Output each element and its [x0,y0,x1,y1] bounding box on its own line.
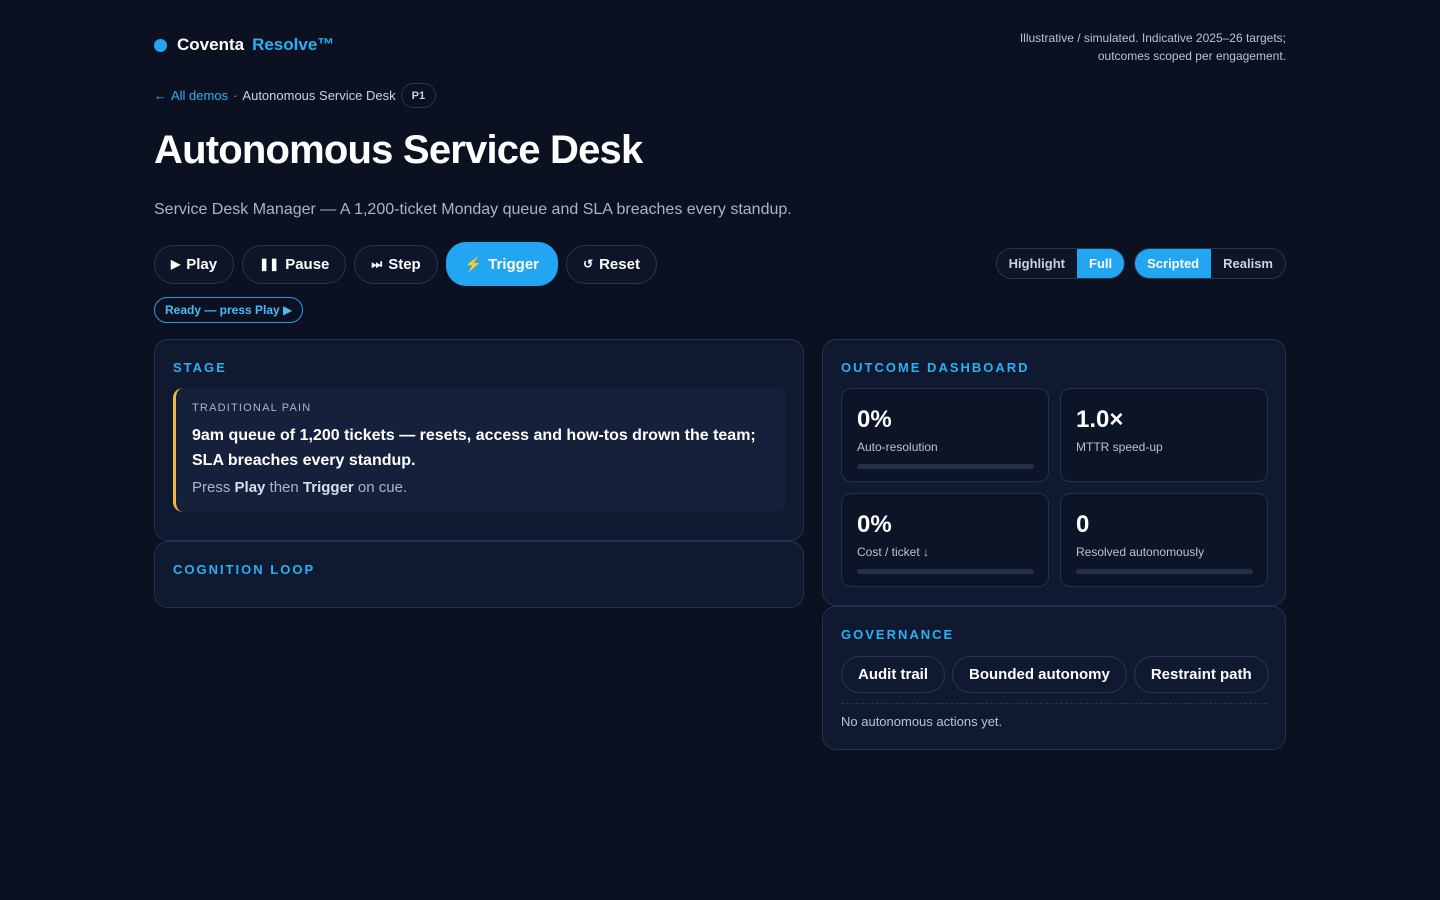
metric-card-auto-resolution: 0% Auto-resolution [841,388,1049,482]
outcome-dashboard-panel: OUTCOME DASHBOARD 0% Auto-resolution 1.0… [822,339,1286,606]
view-mode-toggle: Highlight Full [995,248,1126,279]
trigger-button-label: Trigger [488,255,540,273]
status-badge: Ready — press Play ▶ [154,297,304,323]
governance-chips: Audit trail Bounded autonomy Restraint p… [841,656,1269,693]
pause-icon: ❚❚ [259,257,280,271]
hint-suffix: on cue. [353,479,408,496]
step-button[interactable]: ⏭ Step [354,244,438,284]
reset-button[interactable]: ↺ Reset [566,244,657,284]
pain-headline: 9am queue of 1,200 tickets — resets, acc… [192,427,756,469]
brand-dot-icon [154,38,167,52]
metric-label: Resolved autonomously [1076,545,1205,559]
play-button[interactable]: ▶ Play [154,244,235,284]
pause-button-label: Pause [285,255,330,273]
back-link-label: All demos [171,88,229,103]
playback-controls: ▶ Play ❚❚ Pause ⏭ Step ⚡ Trigger ↺ Reset [154,242,657,286]
metric-card-mttr: 1.0× MTTR speed-up [1060,388,1268,482]
step-button-label: Step [388,255,421,273]
page-subtitle: Service Desk Manager — A 1,200-ticket Mo… [154,201,792,218]
stage-panel: STAGE TRADITIONAL PAIN 9am queue of 1,20… [154,339,804,541]
metric-progress-bar [857,569,1034,574]
toggle-full[interactable]: Full [1077,249,1125,278]
metric-label: Auto-resolution [857,440,938,454]
brand-name: Coventa [177,35,245,54]
metric-label: MTTR speed-up [1076,440,1163,454]
play-button-label: Play [186,255,218,273]
chip-bounded-autonomy[interactable]: Bounded autonomy [952,656,1127,693]
hint-mid: then [265,479,303,496]
reset-icon: ↺ [583,257,594,271]
stage-title: STAGE [173,360,227,375]
governance-title: GOVERNANCE [841,627,955,642]
metric-card-cost-per-ticket: 0% Cost / ticket ↓ [841,493,1049,587]
priority-badge: P1 [400,83,437,108]
pain-hint: Press Play then Trigger on cue. [192,479,770,496]
trigger-button[interactable]: ⚡ Trigger [445,242,559,286]
traditional-pain-card: TRADITIONAL PAIN 9am queue of 1,200 tick… [173,388,786,512]
pause-button[interactable]: ❚❚ Pause [242,244,347,284]
governance-panel: GOVERNANCE Audit trail Bounded autonomy … [822,606,1286,750]
metric-card-resolved-autonomously: 0 Resolved autonomously [1060,493,1268,587]
page-title: Autonomous Service Desk [154,128,643,172]
pain-label: TRADITIONAL PAIN [192,402,312,414]
chip-audit-trail[interactable]: Audit trail [841,656,945,693]
back-link[interactable]: ← All demos [154,88,228,103]
cognition-loop-title: COGNITION LOOP [173,562,316,577]
outcome-dashboard-title: OUTCOME DASHBOARD [841,360,1030,375]
brand-logo[interactable]: Coventa Resolve™ [154,35,334,55]
cognition-loop-panel: COGNITION LOOP [154,541,804,608]
breadcrumb-current: Autonomous Service Desk [242,88,396,103]
metric-progress-bar [1076,569,1253,574]
hint-play: Play [234,479,266,496]
toggle-scripted[interactable]: Scripted [1135,249,1212,278]
breadcrumb: ← All demos · Autonomous Service Desk P1 [154,83,437,108]
breadcrumb-separator: · [233,88,238,103]
lightning-icon: ⚡ [464,255,483,272]
view-toggles: Highlight Full Scripted Realism [995,248,1286,279]
metric-value: 0% [857,406,892,433]
divider [841,703,1267,704]
toggle-highlight[interactable]: Highlight [997,249,1077,278]
metric-label: Cost / ticket ↓ [857,545,930,559]
reset-button-label: Reset [599,255,640,273]
chip-restraint-path[interactable]: Restraint path [1133,656,1269,693]
arrow-left-icon: ← [154,88,167,103]
script-mode-toggle: Scripted Realism [1134,248,1286,279]
step-forward-icon: ⏭ [371,256,383,271]
toggle-realism[interactable]: Realism [1211,249,1285,278]
governance-empty-state: No autonomous actions yet. [841,714,1003,729]
metric-value: 0% [857,511,892,538]
brand-product: Resolve™ [252,35,335,54]
hint-prefix: Press [192,479,235,496]
metric-progress-bar [857,464,1034,469]
disclaimer-text: Illustrative / simulated. Indicative 202… [1019,31,1286,63]
metric-value: 0 [1076,511,1090,538]
hint-trigger: Trigger [302,479,354,496]
play-icon: ▶ [171,257,181,271]
metric-value: 1.0× [1076,406,1124,433]
page: Coventa Resolve™ Illustrative / simulate… [0,0,1440,900]
